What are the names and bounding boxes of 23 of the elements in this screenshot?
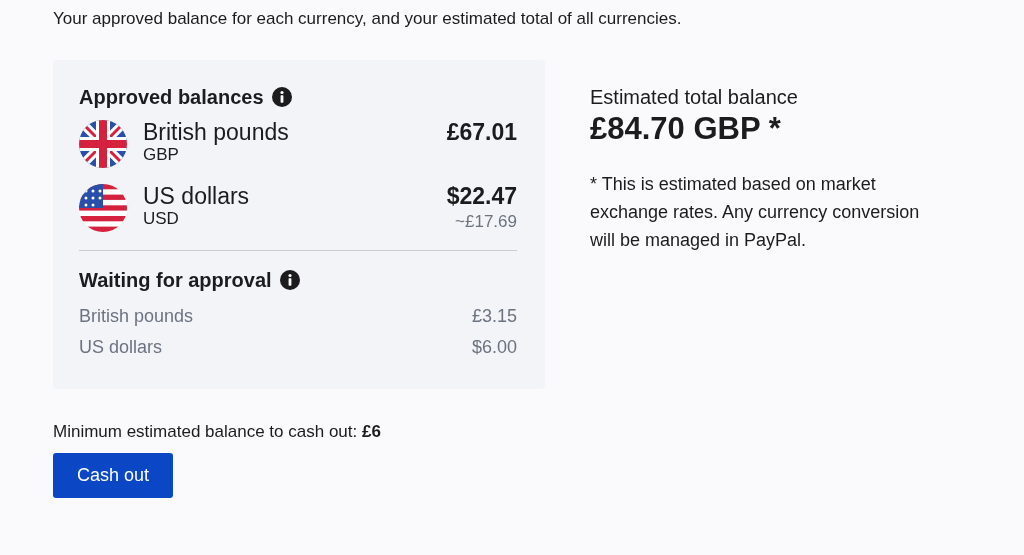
balance-amount: $22.47 [446,183,517,209]
note-text: * This is estimated based on market exchange rates. Any currency conversion will be managed in PayPal. [590,172,921,252]
pending-amount: £3.15 [471,305,517,329]
flag-icon [79,119,127,168]
total-amount: £84.70 GBP * [590,111,782,146]
total-label: Estimated total balance [590,84,799,110]
currency-name: British pounds [79,305,194,329]
currency-name: US dollars [143,183,251,209]
section-heading: Approved balances [79,84,264,110]
balance-amount: £67.01 [446,119,517,145]
section-heading: Waiting for approval [79,268,272,294]
intro-text: Your approved balance for each currency, and your estimated total of all currencies. [53,8,683,30]
info-icon[interactable] [279,270,300,291]
minimum-text: Minimum estimated balance to cash out: £6 [53,421,382,444]
cash-out-button[interactable]: Cash out [53,452,174,498]
currency-code: GBP [143,144,180,166]
currency-name: British pounds [143,119,290,145]
currency-name: US dollars [79,336,163,360]
info-icon[interactable] [271,86,292,107]
flag-icon [79,183,127,232]
converted-amount: ~£17.69 [454,210,517,233]
pending-amount: $6.00 [471,336,517,360]
currency-code: USD [143,208,180,230]
